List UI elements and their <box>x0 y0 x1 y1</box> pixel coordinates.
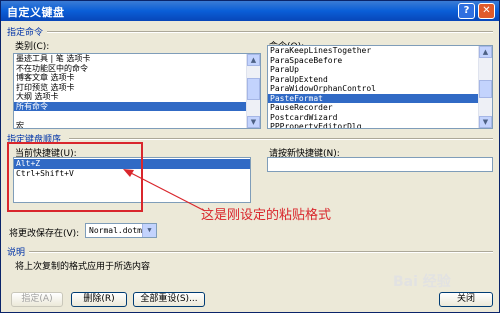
remove-button[interactable]: 删除(R) <box>71 292 127 307</box>
list-item[interactable]: ParaSpaceBefore <box>268 56 492 66</box>
scroll-thumb[interactable] <box>479 80 492 98</box>
categories-scrollbar[interactable]: ▲ ▼ <box>246 54 260 128</box>
specify-command-group-label: 指定命令 <box>7 28 44 38</box>
title-bar[interactable]: 自定义键盘 ? ✕ <box>1 1 499 21</box>
list-item[interactable]: PPPropertyEditorDlg <box>268 122 492 128</box>
categories-label: 类别(C): <box>15 42 50 52</box>
list-item[interactable]: 打印预览 选项卡 <box>14 83 260 93</box>
list-item[interactable]: 所有命令 <box>14 101 260 111</box>
save-in-label: 将更改保存在(V): <box>9 229 80 239</box>
description-text: 将上次复制的格式应用于所选内容 <box>15 262 151 272</box>
list-item[interactable]: ParaUpExtend <box>268 75 492 85</box>
reset-all-button[interactable]: 全部重设(S)... <box>133 292 205 307</box>
scroll-down-icon[interactable]: ▼ <box>479 116 492 128</box>
scroll-up-icon[interactable]: ▲ <box>247 54 260 66</box>
window-title: 自定义键盘 <box>7 6 65 19</box>
list-item[interactable]: 不在功能区中的命令 <box>14 64 260 74</box>
assign-button[interactable]: 指定(A) <box>11 292 63 307</box>
list-item[interactable] <box>14 111 260 121</box>
list-item[interactable]: PasteFormat <box>268 93 492 103</box>
key-sequence-separator <box>69 138 493 140</box>
watermark-logo: Bai 经验 <box>393 274 451 290</box>
list-item[interactable]: ParaKeepLinesTogether <box>268 46 492 56</box>
list-item[interactable]: 博客文章 选项卡 <box>14 73 260 83</box>
list-item[interactable]: PauseRecorder <box>268 103 492 113</box>
new-key-input[interactable] <box>267 157 493 172</box>
close-window-button[interactable]: ✕ <box>478 3 495 19</box>
help-button[interactable]: ? <box>458 3 475 19</box>
new-key-value <box>268 158 271 167</box>
commands-scrollbar[interactable]: ▲ ▼ <box>478 46 492 128</box>
scroll-up-icon[interactable]: ▲ <box>479 46 492 58</box>
description-group-label: 说明 <box>7 248 26 258</box>
list-item[interactable]: 墨迹工具 | 笔 选项卡 <box>14 54 260 64</box>
list-item[interactable]: ParaUp <box>268 65 492 75</box>
list-item[interactable]: 宏 <box>14 121 260 129</box>
annotation-text: 这是刚设定的粘贴格式 <box>201 208 332 223</box>
scroll-thumb[interactable] <box>247 78 260 100</box>
list-item[interactable]: PostcardWizard <box>268 113 492 123</box>
specify-command-separator <box>47 31 493 33</box>
commands-list[interactable]: ParaKeepLinesTogether ParaSpaceBefore Para… <box>267 45 493 129</box>
save-in-select[interactable]: Normal.dotm ▼ <box>85 223 157 238</box>
annotation-arrow-icon <box>123 169 206 212</box>
description-separator <box>29 251 493 253</box>
list-item[interactable]: ParaWidowOrphanControl <box>268 84 492 94</box>
save-in-value: Normal.dotm <box>89 226 142 235</box>
close-button[interactable]: 关闭 <box>439 292 493 307</box>
dropdown-arrow-icon[interactable]: ▼ <box>142 224 156 237</box>
scroll-down-icon[interactable]: ▼ <box>247 116 260 128</box>
customize-keyboard-dialog: 自定义键盘 ? ✕ 指定命令 类别(C): 墨迹工具 | 笔 选项卡 不在功能区中… <box>0 0 500 313</box>
list-item[interactable]: 大纲 选项卡 <box>14 92 260 102</box>
categories-list[interactable]: 墨迹工具 | 笔 选项卡 不在功能区中的命令 博客文章 选项卡 打印预览 选项卡 大纲 … <box>13 53 261 129</box>
